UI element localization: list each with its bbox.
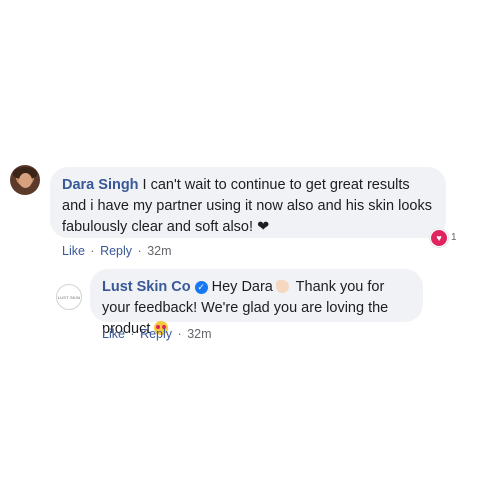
comment-actions: Like · Reply · 32m xyxy=(62,244,172,258)
timestamp[interactable]: 32m xyxy=(147,244,171,258)
comment-bubble: Dara Singh I can't wait to continue to ge… xyxy=(50,167,446,238)
reaction-count[interactable]: 1 xyxy=(451,232,457,243)
separator: · xyxy=(90,244,95,258)
separator: · xyxy=(177,327,182,341)
waving-hand-icon xyxy=(275,280,289,293)
reply-link[interactable]: Reply xyxy=(100,244,132,258)
like-link[interactable]: Like xyxy=(62,244,85,258)
reply-link[interactable]: Reply xyxy=(140,327,172,341)
heart-icon: ♥ xyxy=(431,230,447,246)
comment-author[interactable]: Dara Singh xyxy=(62,177,139,193)
avatar-logo-text: LUST SKIN xyxy=(57,294,81,300)
avatar-face xyxy=(19,173,32,188)
love-reaction-icon[interactable]: ♥ xyxy=(430,229,448,247)
reply-bubble: Lust Skin Co ✓ Hey Dara Thank you for your… xyxy=(90,269,423,337)
timestamp[interactable]: 32m xyxy=(187,327,211,341)
reply-author[interactable]: Lust Skin Co xyxy=(102,279,191,295)
dara-avatar[interactable] xyxy=(10,165,40,195)
lust-skin-co-avatar[interactable]: LUST SKIN xyxy=(56,284,82,310)
separator: · xyxy=(130,327,135,341)
separator: · xyxy=(137,244,142,258)
black-heart-icon: ❤ xyxy=(257,219,270,235)
verified-badge-icon: ✓ xyxy=(194,281,208,294)
reply-actions: Like · Reply · 32m xyxy=(102,327,212,341)
reply-text-1: Hey Dara xyxy=(211,279,273,295)
like-link[interactable]: Like xyxy=(102,327,125,341)
